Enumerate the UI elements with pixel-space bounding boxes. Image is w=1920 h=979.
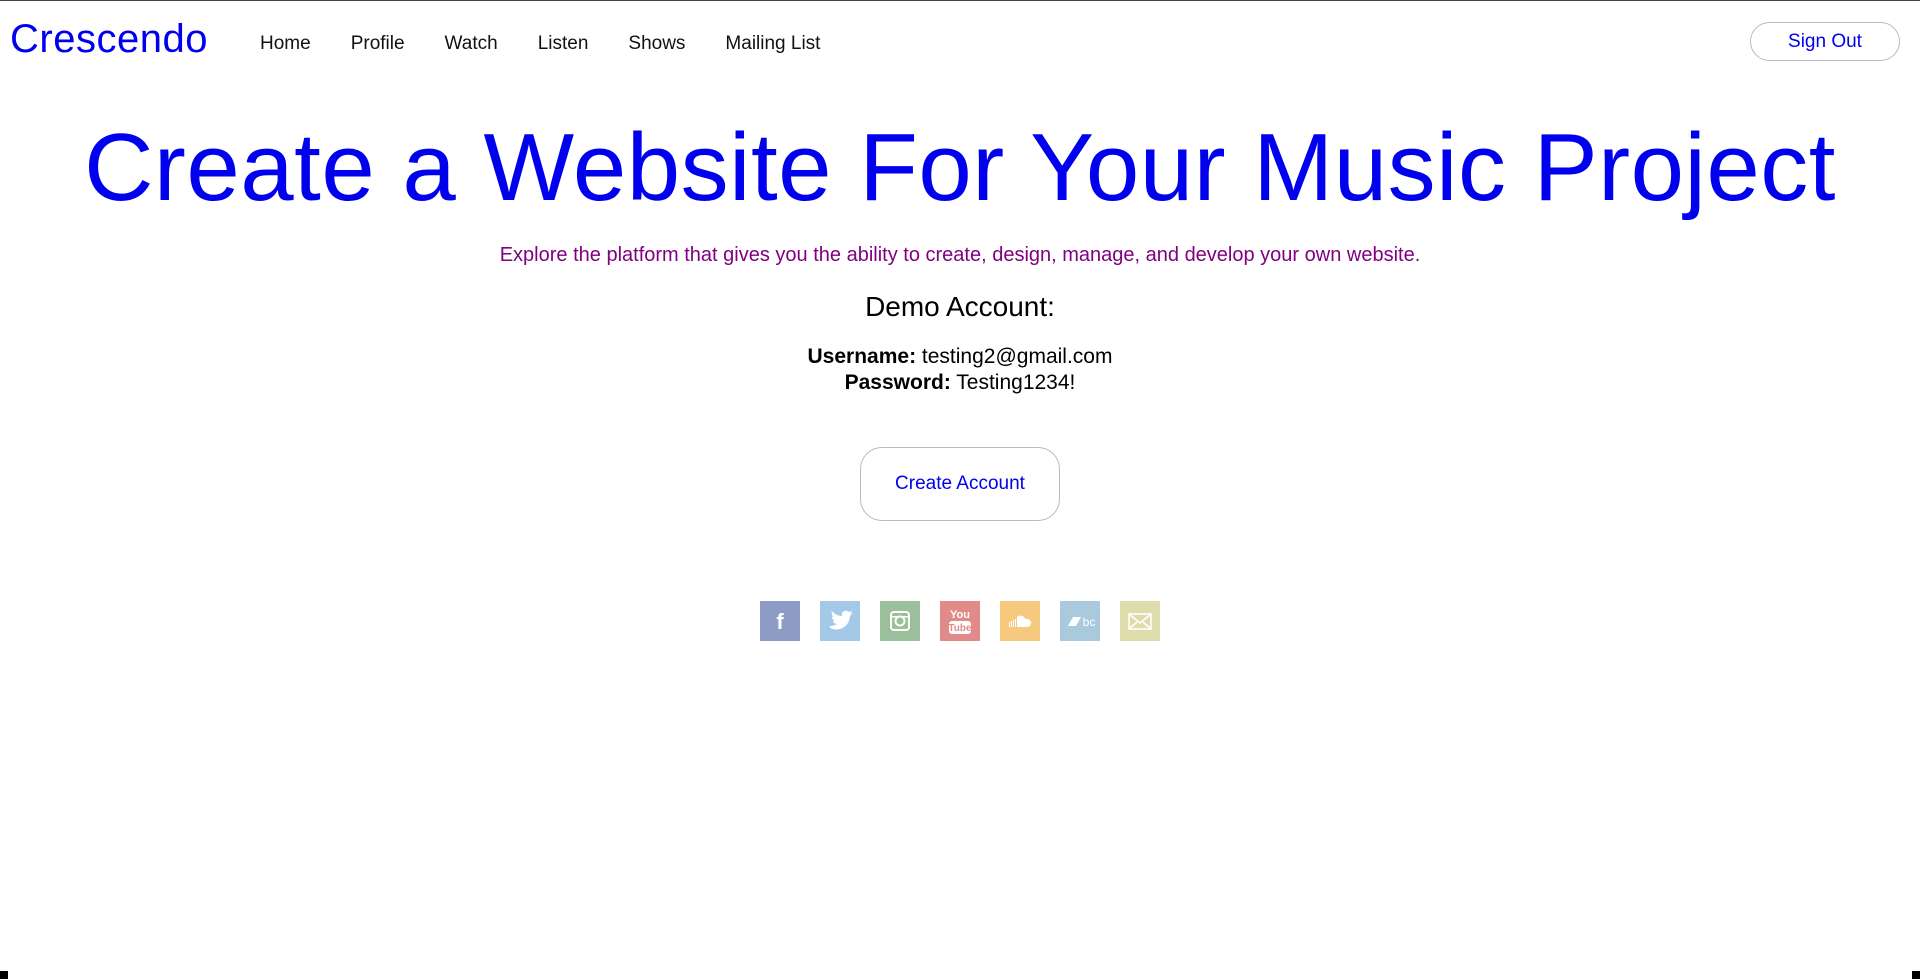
top-navbar: Crescendo Home Profile Watch Listen Show… xyxy=(0,1,1920,87)
svg-text:Tube: Tube xyxy=(948,623,972,634)
brand-logo-link[interactable]: Crescendo xyxy=(10,17,208,62)
demo-username-line: Username: testing2@gmail.com xyxy=(0,345,1920,369)
demo-account-heading: Demo Account: xyxy=(865,291,1055,322)
svg-text:You: You xyxy=(950,609,970,621)
nav-link-profile[interactable]: Profile xyxy=(351,33,405,55)
sign-out-button[interactable]: Sign Out xyxy=(1750,22,1900,61)
svg-text:bc: bc xyxy=(1083,615,1096,629)
youtube-icon[interactable]: You Tube xyxy=(940,601,980,641)
nav-links: Home Profile Watch Listen Shows Mailing … xyxy=(260,33,860,55)
nav-link-mailing-list[interactable]: Mailing List xyxy=(725,33,820,55)
username-value: testing2@gmail.com xyxy=(921,345,1113,368)
window-corner-left xyxy=(0,971,8,979)
nav-link-shows[interactable]: Shows xyxy=(628,33,685,55)
twitter-icon[interactable] xyxy=(820,601,860,641)
svg-text:f: f xyxy=(776,609,784,634)
hero-title: Create a Website For Your Music Project xyxy=(84,114,1836,221)
nav-link-listen[interactable]: Listen xyxy=(538,33,589,55)
password-value: Testing1234! xyxy=(956,371,1076,394)
create-account-button[interactable]: Create Account xyxy=(860,447,1060,521)
username-label: Username: xyxy=(807,345,917,368)
window-corner-right xyxy=(1912,971,1920,979)
social-links: f You Tube bc xyxy=(760,601,1160,641)
demo-password-line: Password: Testing1234! xyxy=(0,371,1920,395)
nav-link-watch[interactable]: Watch xyxy=(445,33,498,55)
hero-subtitle: Explore the platform that gives you the … xyxy=(499,244,1421,266)
facebook-icon[interactable]: f xyxy=(760,601,800,641)
page: Crescendo Home Profile Watch Listen Show… xyxy=(0,0,1920,979)
password-label: Password: xyxy=(844,371,951,394)
email-icon[interactable] xyxy=(1120,601,1160,641)
nav-link-home[interactable]: Home xyxy=(260,33,311,55)
soundcloud-icon[interactable] xyxy=(1000,601,1040,641)
instagram-icon[interactable] xyxy=(880,601,920,641)
bandcamp-icon[interactable]: bc xyxy=(1060,601,1100,641)
